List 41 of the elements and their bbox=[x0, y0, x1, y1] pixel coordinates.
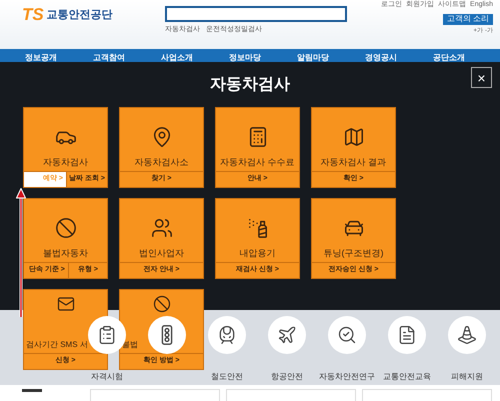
tile-label: 검사기간 SMS 서 bbox=[26, 341, 88, 349]
tile-label: 자동차검사 수수료 bbox=[220, 158, 295, 167]
magnifier-icon bbox=[337, 325, 357, 345]
service-label[interactable]: 철도안전 bbox=[211, 371, 243, 383]
mail-icon bbox=[56, 295, 74, 313]
airplane-icon bbox=[277, 325, 297, 345]
tile-label: 자동차검사 결과 bbox=[320, 158, 386, 167]
tile-label: 자동차검사 bbox=[43, 158, 88, 167]
voice-button[interactable]: 고객의 소리 bbox=[442, 14, 493, 24]
traffic-cone-icon bbox=[457, 325, 477, 345]
tile-label: 불법자동차 bbox=[43, 249, 88, 258]
close-button[interactable]: × bbox=[471, 67, 492, 88]
service-label[interactable]: 자동차안전연구 bbox=[319, 371, 375, 383]
nav-item[interactable]: 사업소개 bbox=[161, 54, 205, 62]
service-label[interactable]: 자격시험 bbox=[91, 371, 123, 383]
prohibited-icon bbox=[152, 295, 170, 313]
nav-item[interactable]: 정보마당 bbox=[229, 54, 273, 62]
tile-label: 불법 bbox=[122, 341, 138, 349]
tile-label: 내압용기 bbox=[240, 249, 276, 258]
search-field[interactable] bbox=[165, 6, 347, 22]
map-icon bbox=[342, 126, 364, 148]
people-icon bbox=[150, 217, 172, 239]
train-icon bbox=[217, 325, 237, 345]
service-label[interactable]: 교통안전교육 bbox=[383, 371, 431, 383]
nav-item[interactable]: 고객참여 bbox=[93, 54, 137, 62]
nav-item[interactable]: 알림마당 bbox=[297, 54, 341, 62]
modal-title: 자동차검사 bbox=[210, 74, 290, 94]
tile-label: 법인사업자 bbox=[139, 249, 184, 258]
logo-text[interactable]: 교통안전공단 bbox=[46, 6, 113, 21]
tile-label: 튜닝(구조변경) bbox=[324, 249, 384, 258]
service-label[interactable]: 항공안전 bbox=[271, 371, 303, 383]
section-marker bbox=[22, 389, 42, 392]
nav-item[interactable]: 경영공시 bbox=[365, 54, 409, 62]
document-icon bbox=[397, 325, 417, 345]
service-label[interactable]: 피해지원 bbox=[451, 371, 483, 383]
prohibited-icon bbox=[54, 217, 76, 239]
nav-item[interactable]: 공단소개 bbox=[433, 54, 477, 62]
checklist-icon bbox=[97, 325, 117, 345]
nav-item[interactable]: 정보공개 bbox=[25, 54, 69, 62]
tile-label: 자동차검사소 bbox=[134, 158, 188, 167]
spray-can-icon bbox=[246, 217, 268, 239]
